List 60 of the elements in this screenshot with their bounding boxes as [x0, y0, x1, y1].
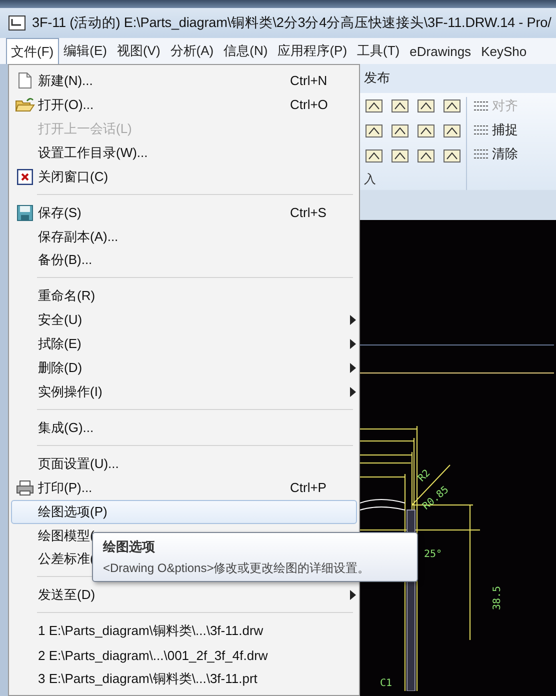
ribbon-tab[interactable]: 发布 — [360, 69, 394, 94]
drafting-tool-icon[interactable] — [390, 147, 410, 166]
ribbon-command[interactable]: 清除 — [473, 145, 518, 164]
menu-item[interactable]: 安全(U) — [11, 308, 357, 332]
menu-item[interactable]: 备份(B)... — [11, 248, 357, 272]
drawing-window-icon — [8, 15, 26, 31]
drafting-tool-icon[interactable] — [364, 147, 384, 166]
drafting-tool-icon[interactable] — [442, 122, 462, 140]
drafting-tool-icon[interactable] — [364, 97, 384, 116]
menu-bar-item[interactable]: 工具(T) — [352, 38, 405, 64]
menu-item[interactable]: 保存副本(A)... — [11, 224, 357, 248]
menu-bar-item[interactable]: eDrawings — [404, 38, 476, 64]
menu-item[interactable]: 关闭窗口(C) — [11, 164, 357, 189]
menu-item[interactable]: 页面设置(U)... — [11, 452, 357, 476]
drafting-tool-icon[interactable] — [416, 97, 436, 116]
drafting-tool-icon[interactable] — [390, 122, 410, 140]
menu-item[interactable]: 拭除(E) — [11, 332, 357, 356]
tooltip-text: <Drawing O&ptions>修改或更改绘图的详细设置。 — [103, 560, 371, 577]
drafting-tool-icon[interactable] — [416, 147, 436, 166]
menu-item[interactable]: 打开(O)... Ctrl+O — [11, 92, 357, 117]
drafting-tool-icon[interactable] — [442, 147, 462, 166]
menu-bar-item[interactable]: KeySho — [476, 38, 532, 64]
menu-item[interactable]: 保存(S) Ctrl+S — [11, 200, 357, 225]
menu-item[interactable]: 绘图选项(P) — [11, 500, 357, 524]
tooltip-title: 绘图选项 — [103, 538, 156, 556]
drafting-tool-icon[interactable] — [416, 122, 436, 140]
drafting-tool-icon[interactable] — [364, 122, 384, 140]
align-lines-icon — [473, 99, 489, 114]
menu-item[interactable]: 打印(P)... Ctrl+P — [11, 476, 357, 500]
menu-bar-item[interactable]: 编辑(E) — [58, 38, 112, 64]
menu-item[interactable]: 重命名(R) — [11, 284, 357, 308]
menu-bar-item[interactable]: 视图(V) — [112, 38, 166, 64]
dimension-label: R2 — [416, 468, 433, 484]
menu-bar-item[interactable]: 分析(A) — [165, 38, 219, 64]
dimension-label: 38.5 — [492, 586, 503, 610]
menu-item[interactable]: 设置工作目录(W)... — [11, 140, 357, 165]
group-label: 入 — [364, 171, 377, 188]
dimension-label: 25° — [424, 549, 442, 560]
menu-item[interactable]: 发送至(D) — [11, 583, 357, 608]
folder-icon — [15, 96, 35, 113]
align-lines-icon — [473, 123, 489, 138]
align-lines-icon — [473, 147, 489, 162]
dimension-label: C1 — [380, 678, 392, 689]
blank-page-icon — [18, 72, 32, 90]
menu-item[interactable]: 3 E:\Parts_diagram\铜料类\...\3f-11.prt — [11, 667, 357, 691]
printer-icon — [16, 480, 34, 496]
menu-bar-item[interactable]: 信息(N) — [218, 38, 273, 64]
menu-item[interactable]: 实例操作(I) — [11, 380, 357, 404]
ribbon-command[interactable]: 捕捉 — [473, 121, 518, 140]
drafting-tool-icon[interactable] — [442, 97, 462, 116]
window-title: 3F-11 (活动的) E:\Parts_diagram\铜料类\2分3分4分高压快速接头\3F-11.DRW.14 - Pro/ — [32, 14, 552, 32]
menu-bar-item[interactable]: 应用程序(P) — [272, 38, 352, 64]
menu-item[interactable]: 删除(D) — [11, 356, 357, 380]
close-window-icon — [17, 168, 33, 185]
menu-item[interactable]: 集成(G)... — [11, 416, 357, 440]
menu-item[interactable]: 新建(N)... Ctrl+N — [11, 69, 357, 93]
menu-item[interactable]: 1 E:\Parts_diagram\铜料类\...\3f-11.drw — [11, 619, 357, 644]
menu-item[interactable]: 2 E:\Parts_diagram\...\001_2f_3f_4f.drw — [11, 643, 357, 668]
drafting-tool-icon[interactable] — [390, 97, 410, 116]
menu-bar-item[interactable]: 文件(F) — [6, 38, 59, 64]
